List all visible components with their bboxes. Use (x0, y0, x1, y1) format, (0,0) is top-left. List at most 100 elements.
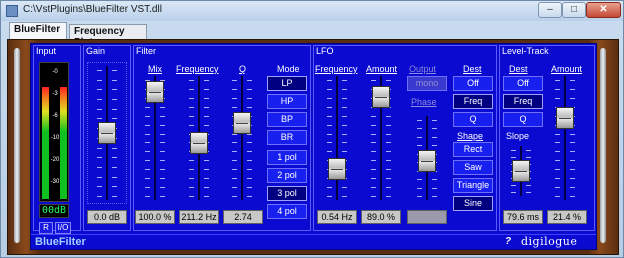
gain-slider-tick (112, 196, 117, 197)
pole-button-3[interactable]: 3 pol (267, 186, 307, 201)
q-slider-tick (247, 178, 252, 180)
frequency-slider-knob[interactable] (190, 132, 208, 155)
minimize-button[interactable]: – (538, 2, 562, 18)
gain-slider-tick (112, 70, 117, 71)
phase-slider-tick (432, 120, 437, 121)
lt-dest-button-q[interactable]: Q (503, 112, 543, 127)
gain-slider-tick (97, 118, 102, 120)
lfo-amount-slider-tick (386, 133, 391, 135)
gain-slider-tick (112, 108, 117, 110)
lfo-dest-button-freq[interactable]: Freq (453, 94, 493, 109)
gain-slider-tick (112, 166, 117, 168)
pole-button-2[interactable]: 2 pol (267, 168, 307, 183)
lfo-frequency-slider-knob[interactable] (328, 157, 346, 180)
tab-frequency-plot[interactable]: Frequency Plot (69, 24, 147, 48)
lfo-dest-button-off[interactable]: Off (453, 76, 493, 91)
slope-slider-tick (511, 185, 516, 186)
mode-button-br[interactable]: BR (267, 130, 307, 145)
mix-slider-knob[interactable] (146, 81, 164, 104)
lt-amount-slider-tick (570, 133, 575, 135)
tab-bluefilter[interactable]: BlueFilter (9, 22, 67, 40)
lfo-frequency-slider-tick (327, 187, 332, 189)
lt-amount-slider-tick (555, 142, 560, 144)
phase-slider-tick (432, 187, 437, 189)
lfo-frequency-slider-tick (327, 88, 332, 90)
phase-slider-knob[interactable] (418, 150, 436, 173)
meter-scale-label: -0 (52, 69, 58, 75)
frequency-label: Frequency (176, 64, 219, 74)
q-slider-tick (232, 169, 237, 171)
lt-amount-slider-tick (555, 196, 560, 197)
shape-button-sine[interactable]: Sine (453, 196, 493, 211)
mix-slider-tick (145, 106, 150, 108)
lfo-amount-value: 89.0 % (361, 210, 401, 224)
shape-button-rect[interactable]: Rect (453, 142, 493, 157)
lt-dest-button-off[interactable]: Off (503, 76, 543, 91)
mix-slider-tick (160, 160, 165, 162)
q-slider-knob[interactable] (233, 111, 251, 134)
lfo-frequency-slider-tick (342, 106, 347, 108)
slope-slider-tick (511, 150, 516, 151)
frequency-slider-tick (204, 106, 209, 108)
q-slider-tick (247, 88, 252, 90)
lt-amount-slider-tick (570, 160, 575, 162)
lfo-frequency-slider-tick (327, 97, 332, 99)
lfo-frequency-slider-tick (342, 124, 347, 126)
shape-label: Shape (457, 131, 484, 141)
close-button[interactable]: ✕ (586, 2, 621, 18)
lfo-amount-slider-tick (371, 178, 376, 180)
phase-slider-tick (417, 120, 422, 121)
input-title: Input (36, 46, 57, 56)
maximize-button[interactable]: □ (562, 2, 586, 18)
lfo-amount-slider-knob[interactable] (372, 86, 390, 109)
phase-slider-tick (417, 128, 422, 130)
meter-bar-right (60, 87, 67, 199)
frequency-slider-tick (189, 178, 194, 180)
q-slider-tick (232, 80, 237, 81)
slope-slider-knob[interactable] (512, 160, 530, 182)
mix-slider-tick (160, 106, 165, 108)
help-button[interactable]: ? (505, 236, 511, 247)
gain-slider-knob[interactable] (98, 122, 116, 144)
frequency-slider-tick (204, 196, 209, 197)
filter-title: Filter (136, 46, 156, 56)
gain-slider-tick (112, 89, 117, 91)
lfo-dest-button-q[interactable]: Q (453, 112, 493, 127)
lfo-amount-label: Amount (366, 64, 398, 74)
lt-amount-slider-tick (555, 160, 560, 162)
lt-amount-slider-tick (570, 178, 575, 180)
lt-dest-button-freq[interactable]: Freq (503, 94, 543, 109)
lfo-frequency-value: 0.54 Hz (317, 210, 357, 224)
mode-button-hp[interactable]: HP (267, 94, 307, 109)
output-mono-button[interactable]: mono (407, 76, 447, 91)
q-slider-tick (247, 106, 252, 108)
phase-slider-tick (432, 128, 437, 130)
title-bar[interactable]: C:\VstPlugins\BlueFilter VST.dll – □ ✕ (1, 1, 623, 21)
shape-button-saw[interactable]: Saw (453, 160, 493, 175)
lfo-amount-slider-tick (386, 151, 391, 153)
pole-button-4[interactable]: 4 pol (267, 204, 307, 219)
q-slider-tick (247, 187, 252, 189)
reset-button[interactable]: R (39, 222, 53, 234)
frequency-slider-tick (204, 187, 209, 189)
mode-button-lp[interactable]: LP (267, 76, 307, 91)
q-slider-tick (232, 178, 237, 180)
gain-slider-tick (97, 157, 102, 159)
pole-button-1[interactable]: 1 pol (267, 150, 307, 165)
frequency-slider-tick (189, 169, 194, 171)
frequency-slider-tick (204, 97, 209, 99)
mix-slider-tick (160, 196, 165, 197)
q-slider-tick (247, 160, 252, 162)
shape-button-triangle[interactable]: Triangle (453, 178, 493, 193)
io-button[interactable]: I/O (55, 222, 71, 234)
mix-slider-tick (145, 115, 150, 117)
slope-slider-tick (526, 150, 531, 151)
lfo-frequency-label: Frequency (315, 64, 358, 74)
slope-slider-tick (526, 192, 531, 193)
gain-slider-tick (97, 89, 102, 91)
lfo-amount-slider-tick (386, 160, 391, 162)
gain-slider-tick (97, 176, 102, 178)
lt-amount-slider-knob[interactable] (556, 106, 574, 129)
mode-button-bp[interactable]: BP (267, 112, 307, 127)
lfo-frequency-slider-tick (342, 133, 347, 135)
